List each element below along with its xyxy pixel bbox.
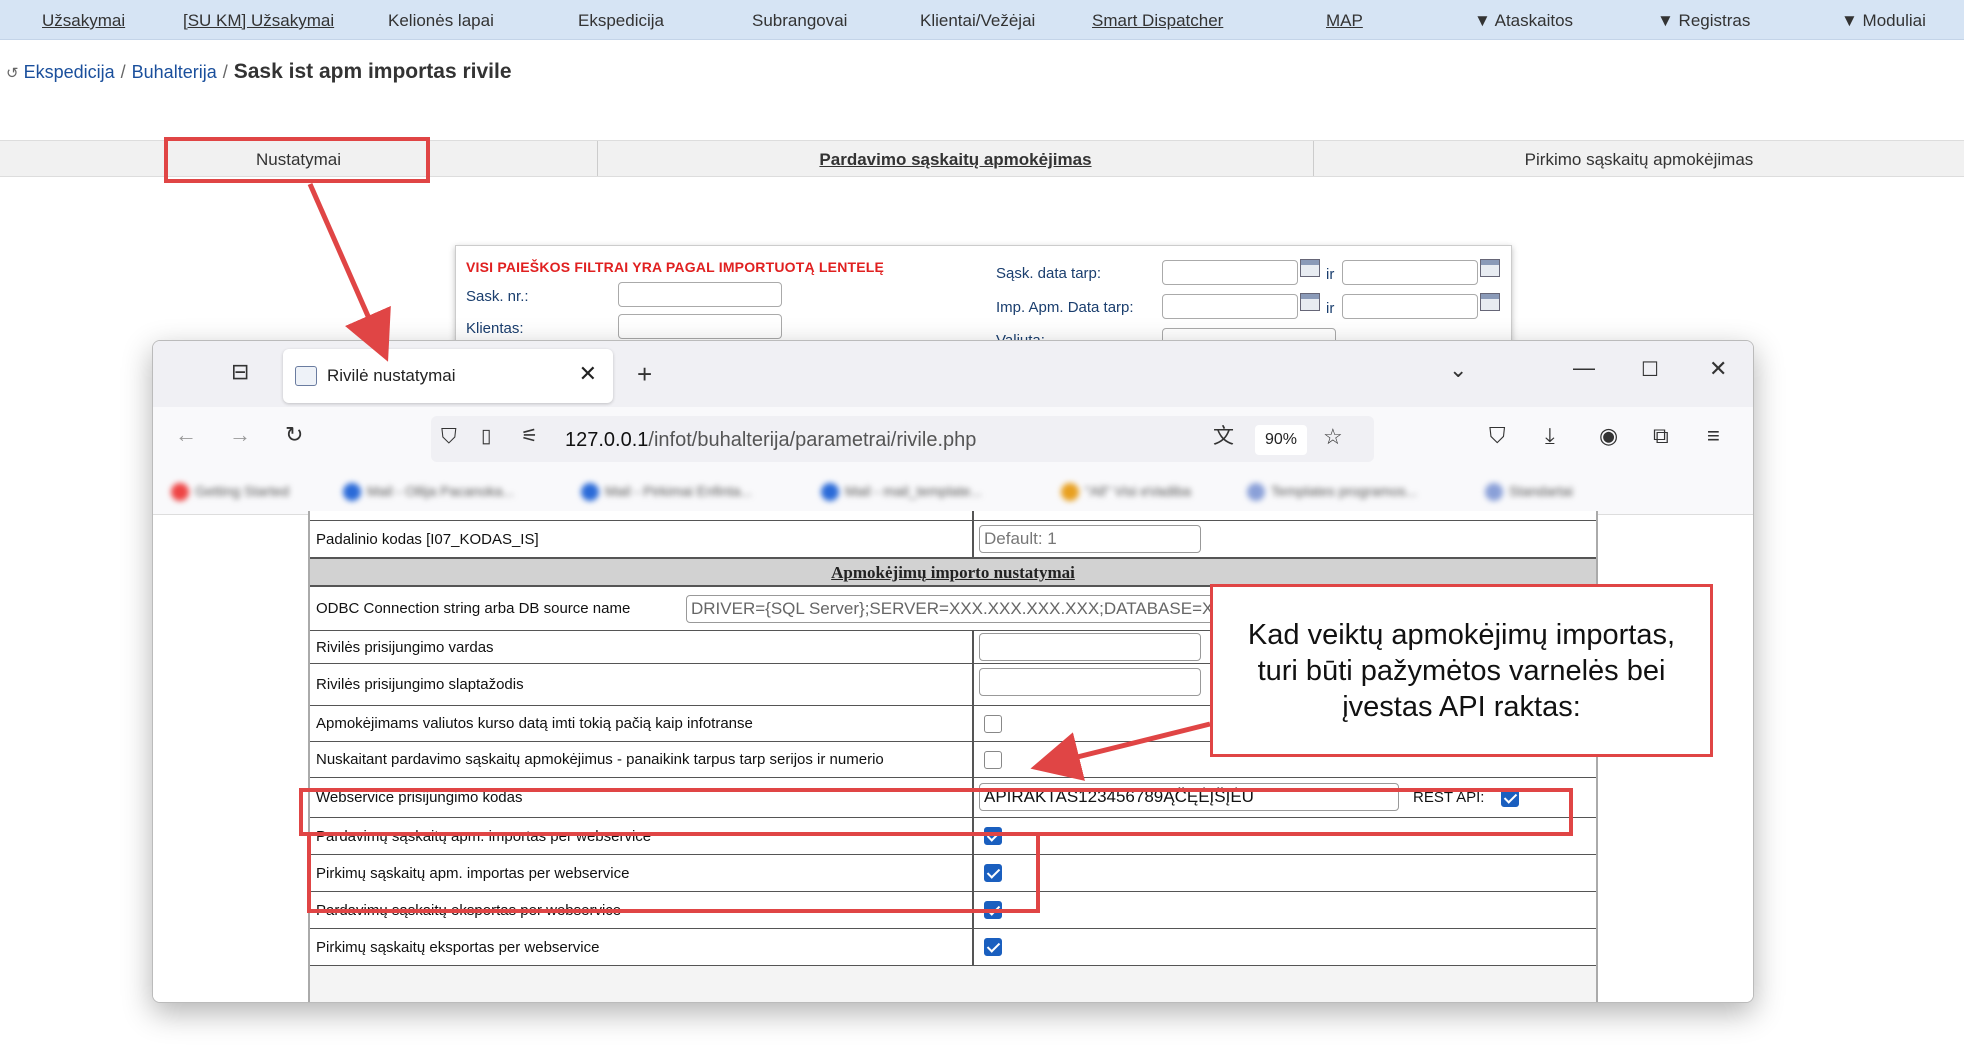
annotation-arrows — [307, 182, 1211, 781]
arrow-to-checkboxes — [1030, 721, 1211, 781]
arrow-to-browser — [307, 182, 391, 362]
